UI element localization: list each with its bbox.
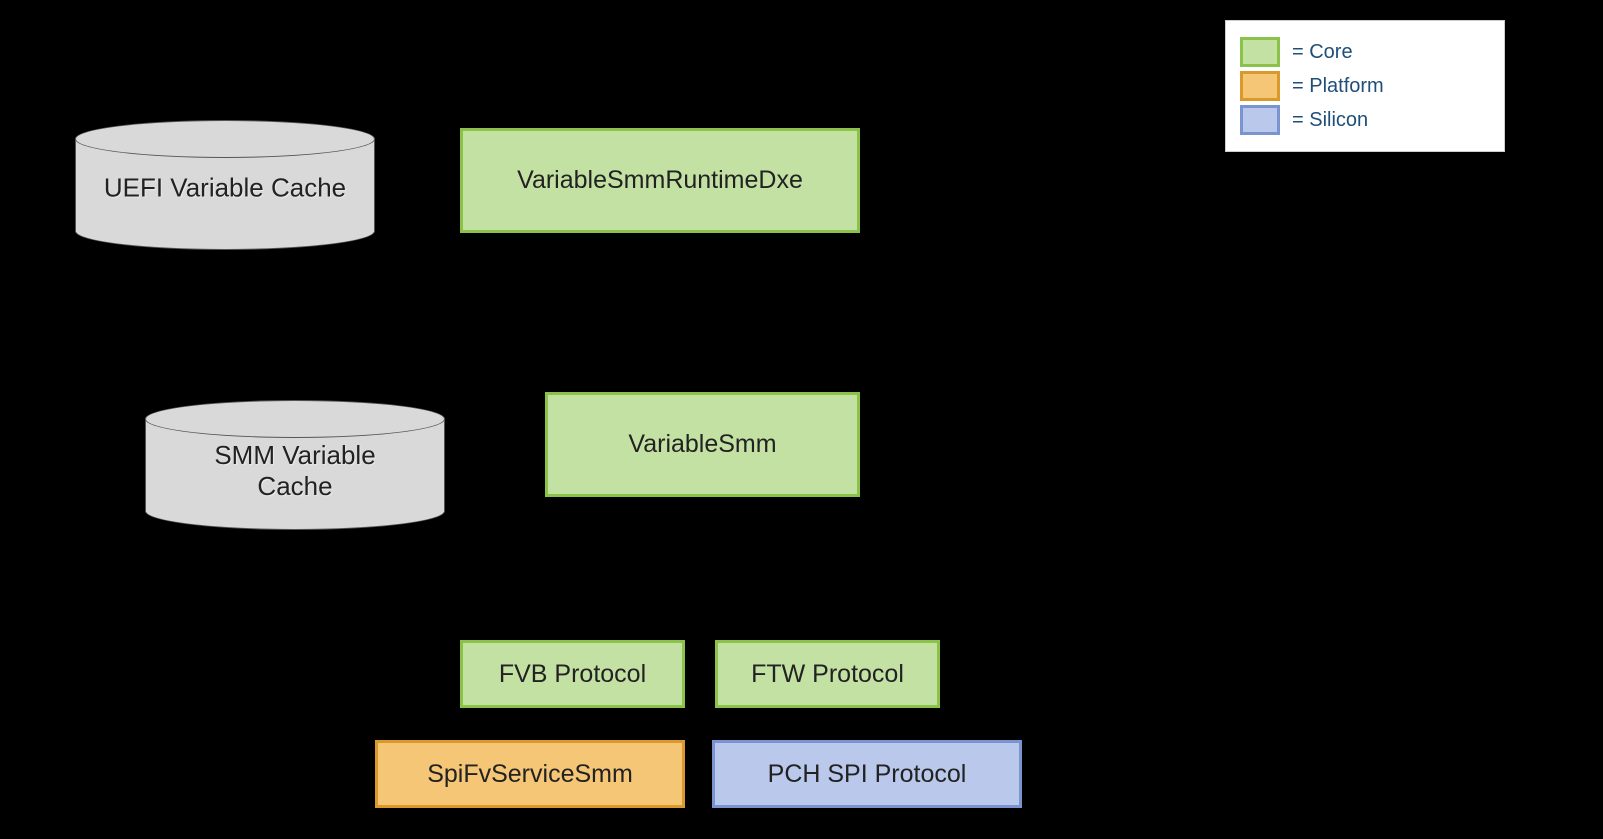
legend-swatch-silicon — [1240, 105, 1280, 135]
fvb-protocol-label: FVB Protocol — [499, 660, 646, 689]
uefi-variable-cache-cylinder: UEFI Variable Cache — [75, 120, 375, 250]
legend-label-silicon: = Silicon — [1292, 109, 1368, 132]
smm-variable-cache-label: SMM Variable Cache — [145, 440, 445, 502]
fvb-protocol-box: FVB Protocol — [460, 640, 685, 708]
diagram-stage: UEFI Variable Cache SMM Variable Cache V… — [0, 0, 1603, 839]
uefi-variable-cache-label: UEFI Variable Cache — [75, 173, 375, 204]
ftw-protocol-box: FTW Protocol — [715, 640, 940, 708]
legend-label-platform: = Platform — [1292, 75, 1384, 98]
legend-row-platform: = Platform — [1240, 71, 1486, 101]
variable-smm-label: VariableSmm — [628, 430, 776, 459]
variable-smm-runtime-dxe-label: VariableSmmRuntimeDxe — [517, 166, 803, 195]
ftw-protocol-label: FTW Protocol — [751, 660, 904, 689]
pch-spi-protocol-box: PCH SPI Protocol — [712, 740, 1022, 808]
spi-fv-service-smm-box: SpiFvServiceSmm — [375, 740, 685, 808]
smm-variable-cache-cylinder: SMM Variable Cache — [145, 400, 445, 530]
legend-label-core: = Core — [1292, 41, 1353, 64]
legend-swatch-platform — [1240, 71, 1280, 101]
variable-smm-box: VariableSmm — [545, 392, 860, 497]
spi-fv-service-smm-label: SpiFvServiceSmm — [427, 760, 633, 789]
variable-smm-runtime-dxe-box: VariableSmmRuntimeDxe — [460, 128, 860, 233]
legend-row-silicon: = Silicon — [1240, 105, 1486, 135]
pch-spi-protocol-label: PCH SPI Protocol — [768, 760, 967, 789]
legend-row-core: = Core — [1240, 37, 1486, 67]
legend-panel: = Core = Platform = Silicon — [1225, 20, 1505, 152]
legend-swatch-core — [1240, 37, 1280, 67]
